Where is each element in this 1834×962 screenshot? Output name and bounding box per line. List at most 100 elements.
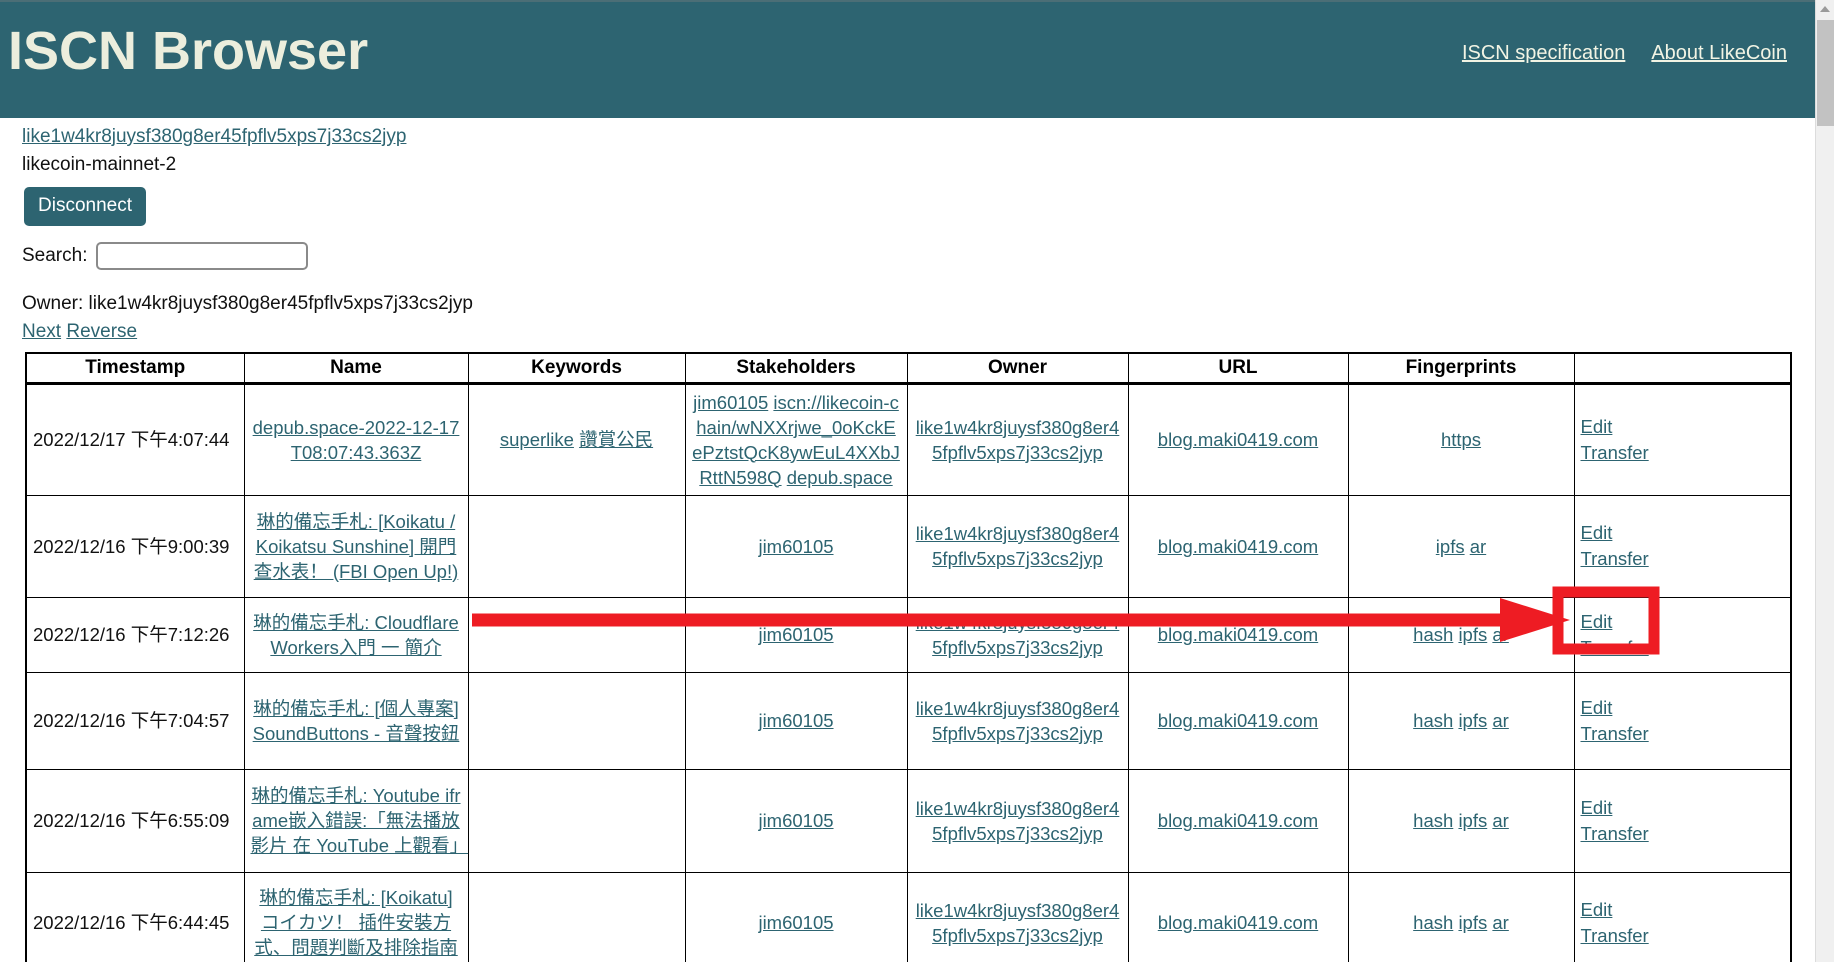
cell-timestamp: 2022/12/16 下午9:00:39 [26,495,244,597]
cell-name: 琳的備忘手札: Youtube iframe嵌入錯誤:「無法播放影片 在 You… [244,769,468,872]
fingerprint-link[interactable]: ipfs [1458,710,1487,731]
cell-actions: EditTransfer [1574,769,1791,872]
search-label: Search: [22,245,87,267]
cell-timestamp: 2022/12/16 下午6:44:45 [26,872,244,962]
record-name-link[interactable]: 琳的備忘手札: [Koikatu / Koikatsu Sunshine] 開門… [254,511,459,582]
fingerprint-link[interactable]: hash [1413,810,1453,831]
fingerprint-link[interactable]: ar [1492,624,1508,645]
owner-link[interactable]: like1w4kr8juysf380g8er45fpflv5xps7j33cs2… [916,798,1120,844]
record-url-link[interactable]: blog.maki0419.com [1158,810,1318,831]
column-header-name: Name [244,353,468,383]
edit-link[interactable]: Edit [1581,414,1785,440]
cell-actions: EditTransfer [1574,597,1791,672]
table-body: 2022/12/17 下午4:07:44depub.space-2022-12-… [26,383,1791,962]
stakeholder-link[interactable]: jim60105 [693,392,768,413]
cell-timestamp: 2022/12/16 下午7:12:26 [26,597,244,672]
fingerprint-link[interactable]: ar [1470,536,1486,557]
transfer-link[interactable]: Transfer [1581,721,1785,747]
table-row: 2022/12/17 下午4:07:44depub.space-2022-12-… [26,383,1791,495]
record-name-link[interactable]: 琳的備忘手札: Cloudflare Workers入門 一 簡介 [253,612,459,658]
search-row: Search: [0,242,1815,270]
cell-timestamp: 2022/12/17 下午4:07:44 [26,383,244,495]
fingerprint-link[interactable]: hash [1413,710,1453,731]
fingerprint-link[interactable]: ar [1492,710,1508,731]
record-name-link[interactable]: 琳的備忘手札: [個人專案] SoundButtons - 音聲按鈕 [253,698,460,744]
owner-link[interactable]: like1w4kr8juysf380g8er45fpflv5xps7j33cs2… [916,698,1120,744]
owner-link[interactable]: like1w4kr8juysf380g8er45fpflv5xps7j33cs2… [916,417,1120,463]
stakeholder-link[interactable]: jim60105 [758,624,833,645]
cell-actions: EditTransfer [1574,672,1791,769]
record-url-link[interactable]: blog.maki0419.com [1158,912,1318,933]
stakeholder-link[interactable]: jim60105 [758,912,833,933]
record-name-link[interactable]: depub.space-2022-12-17T08:07:43.363Z [253,417,460,463]
owner-filter-label: Owner: like1w4kr8juysf380g8er45fpflv5xps… [0,293,1815,315]
keyword-link[interactable]: superlike [500,429,574,450]
cell-owner: like1w4kr8juysf380g8er45fpflv5xps7j33cs2… [907,872,1128,962]
disconnect-button[interactable]: Disconnect [24,187,146,226]
stakeholder-link[interactable]: jim60105 [758,810,833,831]
stakeholder-link[interactable]: jim60105 [758,536,833,557]
owner-link[interactable]: like1w4kr8juysf380g8er45fpflv5xps7j33cs2… [916,523,1120,569]
edit-link[interactable]: Edit [1581,520,1785,546]
transfer-link[interactable]: Transfer [1581,635,1785,661]
cell-actions: EditTransfer [1574,495,1791,597]
page-title: ISCN Browser [8,20,368,82]
fingerprint-link[interactable]: ar [1492,810,1508,831]
cell-keywords [468,872,685,962]
record-name-link[interactable]: 琳的備忘手札: Youtube iframe嵌入錯誤:「無法播放影片 在 You… [251,785,469,856]
fingerprint-link[interactable]: hash [1413,912,1453,933]
next-page-link[interactable]: Next [22,321,61,342]
nav-link-iscn-specification[interactable]: ISCN specification [1462,42,1625,65]
stakeholder-link[interactable]: jim60105 [758,710,833,731]
cell-name: 琳的備忘手札: [Koikatu] コイカツ！ 插件安裝方式、問題判斷及排除指南 [244,872,468,962]
table-row: 2022/12/16 下午9:00:39琳的備忘手札: [Koikatu / K… [26,495,1791,597]
table-row: 2022/12/16 下午7:04:57琳的備忘手札: [個人專案] Sound… [26,672,1791,769]
record-url-link[interactable]: blog.maki0419.com [1158,624,1318,645]
cell-keywords [468,495,685,597]
cell-timestamp: 2022/12/16 下午6:55:09 [26,769,244,872]
column-header-url: URL [1128,353,1348,383]
record-url-link[interactable]: blog.maki0419.com [1158,710,1318,731]
cell-url: blog.maki0419.com [1128,597,1348,672]
vertical-scrollbar[interactable] [1815,0,1834,962]
edit-link[interactable]: Edit [1581,695,1785,721]
scroll-up-arrow-icon[interactable] [1816,0,1834,18]
fingerprint-link[interactable]: ar [1492,912,1508,933]
fingerprint-link[interactable]: https [1441,429,1481,450]
cell-timestamp: 2022/12/16 下午7:04:57 [26,672,244,769]
keyword-link[interactable]: 讚賞公民 [579,429,653,450]
cell-stakeholders: jim60105 [685,872,907,962]
fingerprint-link[interactable]: ipfs [1458,912,1487,933]
cell-url: blog.maki0419.com [1128,872,1348,962]
scrollbar-thumb[interactable] [1817,20,1834,126]
cell-url: blog.maki0419.com [1128,672,1348,769]
record-url-link[interactable]: blog.maki0419.com [1158,536,1318,557]
cell-actions: EditTransfer [1574,872,1791,962]
fingerprint-link[interactable]: ipfs [1458,810,1487,831]
fingerprint-link[interactable]: hash [1413,624,1453,645]
nav-link-about-likecoin[interactable]: About LikeCoin [1651,42,1787,65]
fingerprint-link[interactable]: ipfs [1458,624,1487,645]
edit-link[interactable]: Edit [1581,897,1785,923]
column-header-owner: Owner [907,353,1128,383]
reverse-order-link[interactable]: Reverse [66,321,137,342]
transfer-link[interactable]: Transfer [1581,821,1785,847]
edit-link[interactable]: Edit [1581,609,1785,635]
table-row: 2022/12/16 下午7:12:26琳的備忘手札: Cloudflare W… [26,597,1791,672]
stakeholder-link[interactable]: depub.space [787,467,893,488]
column-header-stakeholders: Stakeholders [685,353,907,383]
record-url-link[interactable]: blog.maki0419.com [1158,429,1318,450]
cell-fingerprints: https [1348,383,1574,495]
transfer-link[interactable]: Transfer [1581,923,1785,949]
owner-link[interactable]: like1w4kr8juysf380g8er45fpflv5xps7j33cs2… [916,612,1120,658]
search-input[interactable] [96,242,308,270]
edit-link[interactable]: Edit [1581,795,1785,821]
transfer-link[interactable]: Transfer [1581,546,1785,572]
account-address-link[interactable]: like1w4kr8juysf380g8er45fpflv5xps7j33cs2… [22,124,406,150]
record-name-link[interactable]: 琳的備忘手札: [Koikatu] コイカツ！ 插件安裝方式、問題判斷及排除指南 [254,887,458,958]
cell-actions: EditTransfer [1574,383,1791,495]
transfer-link[interactable]: Transfer [1581,440,1785,466]
owner-link[interactable]: like1w4kr8juysf380g8er45fpflv5xps7j33cs2… [916,900,1120,946]
cell-name: 琳的備忘手札: [Koikatu / Koikatsu Sunshine] 開門… [244,495,468,597]
fingerprint-link[interactable]: ipfs [1436,536,1465,557]
